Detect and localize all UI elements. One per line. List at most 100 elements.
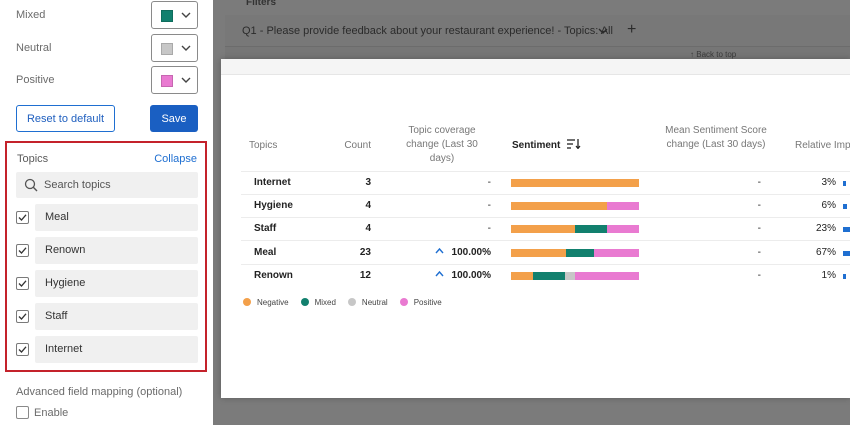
chevron-down-icon xyxy=(181,12,191,18)
legend-dot xyxy=(399,298,408,306)
row-relative: 23% xyxy=(815,223,836,234)
row-mean: - xyxy=(757,223,761,234)
topic-item-internet[interactable]: Internet xyxy=(7,336,205,364)
row-divider xyxy=(241,217,850,218)
sort-icon[interactable] xyxy=(567,139,581,150)
legend-item-mixed: Mixed xyxy=(300,297,336,307)
row-mean: - xyxy=(757,270,761,281)
relative-importance-bar xyxy=(843,204,847,209)
topic-checkbox[interactable] xyxy=(16,310,29,323)
header-topic-coverage: Topic coverage change (Last 30 days) xyxy=(406,125,478,164)
sentiment-bar xyxy=(511,179,639,187)
back-to-top-link[interactable]: ↑ Back to top xyxy=(690,50,736,59)
sentiment-segment-negative xyxy=(511,272,533,280)
topic-label: Hygiene xyxy=(35,270,198,297)
checkmark-icon xyxy=(18,313,27,320)
sentiment-segment-negative xyxy=(511,225,575,233)
topic-checkbox[interactable] xyxy=(16,343,29,356)
row-count: 4 xyxy=(365,200,371,211)
positive-color-picker[interactable] xyxy=(151,66,198,94)
legend-label: Negative xyxy=(257,297,289,307)
header-mean-sentiment: Mean Sentiment Score change (Last 30 day… xyxy=(665,125,767,150)
row-divider xyxy=(241,194,850,195)
advanced-field-mapping-title: Advanced field mapping (optional) xyxy=(16,386,183,398)
header-relative-importance: Relative Imp xyxy=(795,140,850,151)
row-count: 4 xyxy=(365,223,371,234)
topics-filter-panel: Topics Collapse Meal Renown Hygiene Staf… xyxy=(5,141,207,372)
topic-label: Internet xyxy=(35,336,198,363)
topic-item-meal[interactable]: Meal xyxy=(7,204,205,232)
neutral-color-picker[interactable] xyxy=(151,34,198,62)
topic-checkbox[interactable] xyxy=(16,211,29,224)
search-topics-box xyxy=(16,172,198,198)
row-relative: 3% xyxy=(821,177,836,188)
sentiment-segment-positive xyxy=(607,202,639,210)
row-topic: Meal xyxy=(254,247,277,258)
legend-item-neutral: Neutral xyxy=(347,297,388,307)
relative-importance-bar xyxy=(843,227,850,232)
sentiment-segment-positive xyxy=(594,249,639,257)
row-coverage-value: 100.00% xyxy=(451,270,491,281)
sentiment-bar xyxy=(511,272,639,280)
relative-importance-bar xyxy=(843,181,846,186)
back-to-top-label: Back to top xyxy=(696,50,737,59)
topics-title: Topics xyxy=(17,153,49,165)
mixed-color-swatch xyxy=(161,10,173,22)
row-mean: - xyxy=(757,177,761,188)
reset-to-default-button[interactable]: Reset to default xyxy=(16,105,115,132)
sentiment-segment-positive xyxy=(607,225,639,233)
row-relative: 67% xyxy=(815,247,836,258)
sentiment-segment-mixed xyxy=(532,272,565,280)
header-topics: Topics xyxy=(249,140,278,151)
collapse-link[interactable]: Collapse xyxy=(154,153,197,165)
header-count: Count xyxy=(344,140,371,151)
header-sentiment-label: Sentiment xyxy=(512,140,561,151)
topic-item-staff[interactable]: Staff xyxy=(7,303,205,331)
sentiment-segment-mixed xyxy=(566,249,595,257)
color-setting-mixed: Mixed xyxy=(0,1,213,31)
settings-panel: Mixed Neutral Positive Reset to default … xyxy=(0,0,213,425)
row-divider xyxy=(241,171,850,172)
topic-checkbox[interactable] xyxy=(16,244,29,257)
sentiment-segment-negative xyxy=(511,179,639,187)
sentiment-bar xyxy=(511,249,639,257)
row-mean: - xyxy=(757,200,761,211)
topic-label: Meal xyxy=(35,204,198,231)
save-button[interactable]: Save xyxy=(150,105,198,132)
checkmark-icon xyxy=(18,280,27,287)
color-label-positive: Positive xyxy=(16,74,55,86)
mixed-color-picker[interactable] xyxy=(151,1,198,29)
filters-label: Filters xyxy=(246,0,277,8)
enable-checkbox[interactable] xyxy=(16,406,29,419)
row-count: 12 xyxy=(359,270,371,281)
search-topics-input[interactable] xyxy=(44,172,194,198)
row-divider xyxy=(241,264,850,265)
row-topic: Renown xyxy=(254,270,293,281)
row-coverage: 100.00% xyxy=(426,270,491,282)
sentiment-bar xyxy=(511,202,639,210)
row-mean: - xyxy=(757,247,761,258)
row-relative: 1% xyxy=(821,270,836,281)
legend-dot xyxy=(347,298,356,306)
header-sentiment[interactable]: Sentiment xyxy=(512,139,581,153)
question-selector-text[interactable]: Q1 - Please provide feedback about your … xyxy=(242,25,613,37)
row-count: 3 xyxy=(365,177,371,188)
checkmark-icon xyxy=(18,346,27,353)
chevron-down-icon xyxy=(181,77,191,83)
topic-checkbox[interactable] xyxy=(16,277,29,290)
checkmark-icon xyxy=(18,214,27,221)
legend-label: Neutral xyxy=(361,297,388,307)
relative-importance-bar xyxy=(843,251,850,256)
widget-header-strip xyxy=(221,59,850,75)
positive-color-swatch xyxy=(161,75,173,87)
legend-label: Mixed xyxy=(314,297,336,307)
sentiment-segment-mixed xyxy=(575,225,607,233)
topic-item-renown[interactable]: Renown xyxy=(7,237,205,265)
chevron-down-icon[interactable] xyxy=(597,25,609,37)
color-setting-neutral: Neutral xyxy=(0,34,213,64)
row-topic: Hygiene xyxy=(254,200,293,211)
topics-table-widget: Topics Count Topic coverage change (Last… xyxy=(221,59,850,398)
add-icon[interactable]: + xyxy=(627,21,636,39)
row-coverage-value: 100.00% xyxy=(451,247,491,258)
topic-item-hygiene[interactable]: Hygiene xyxy=(7,270,205,298)
